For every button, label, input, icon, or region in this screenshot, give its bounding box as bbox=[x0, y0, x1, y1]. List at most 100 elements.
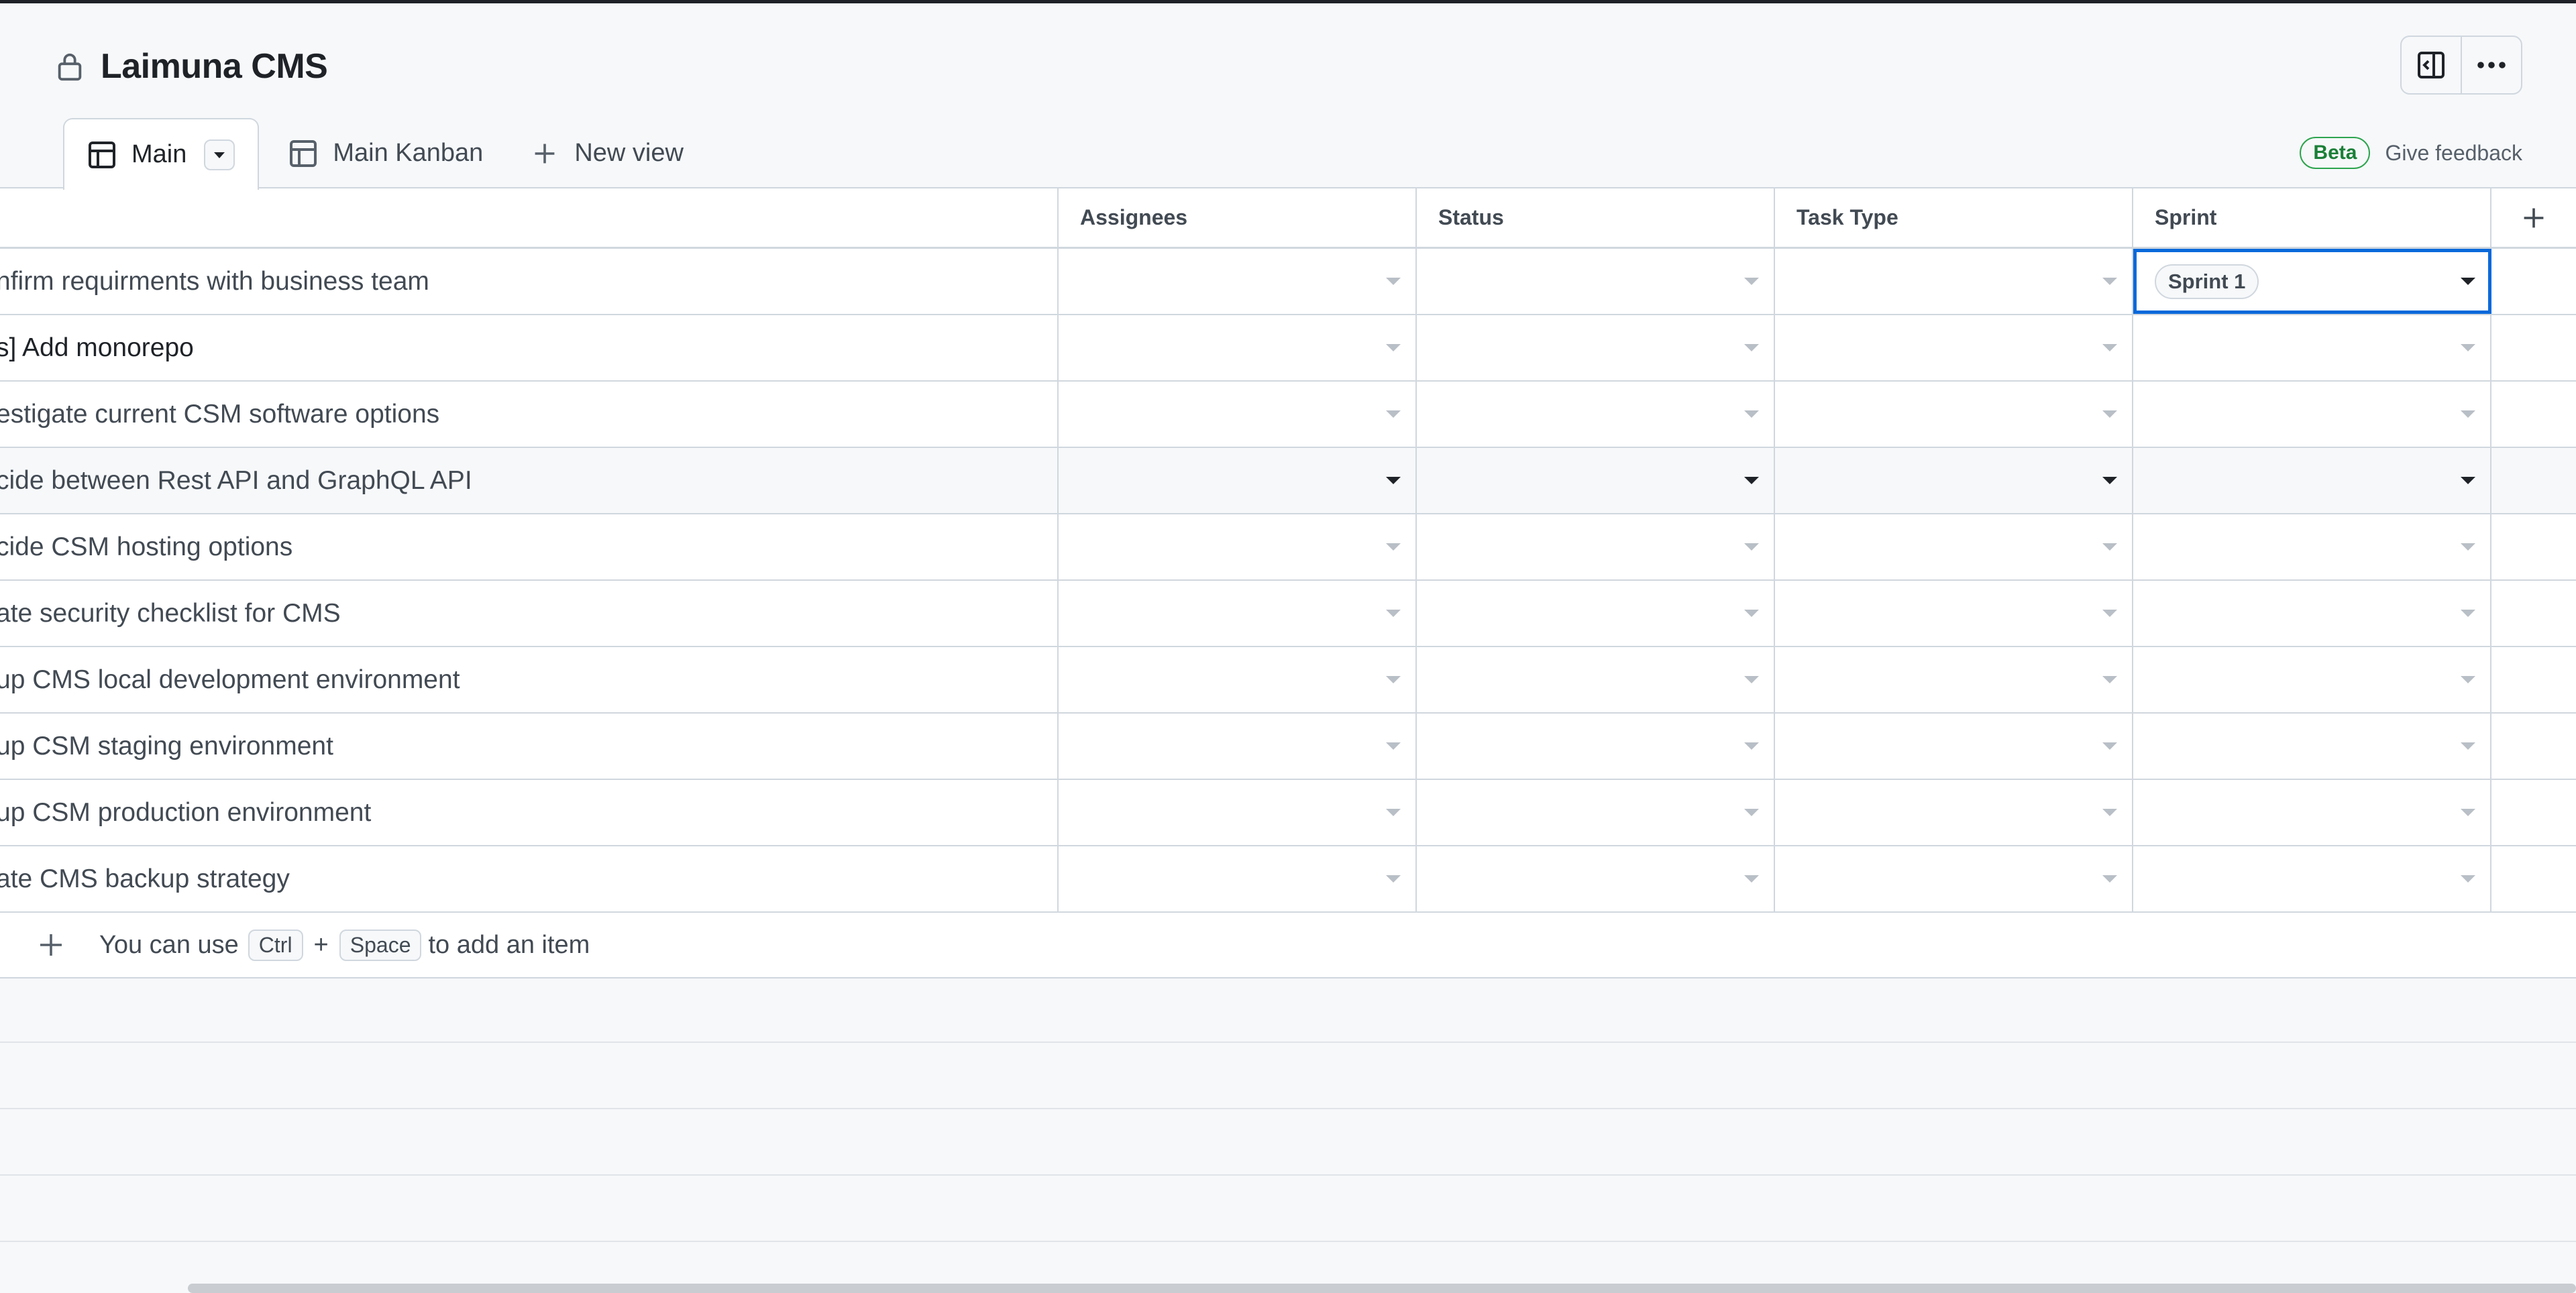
plus-icon bbox=[2524, 208, 2544, 227]
assignees-cell[interactable] bbox=[1059, 714, 1417, 779]
triangle-down-icon bbox=[2102, 675, 2117, 683]
item-title[interactable]: ate security checklist for CMS bbox=[0, 599, 341, 628]
status-cell[interactable] bbox=[1417, 249, 1775, 314]
item-title[interactable]: up CSM staging environment bbox=[0, 732, 333, 761]
task-type-cell[interactable] bbox=[1775, 846, 2133, 911]
sprint-cell[interactable] bbox=[2133, 780, 2491, 845]
task-type-cell[interactable] bbox=[1775, 448, 2133, 513]
sprint-cell[interactable] bbox=[2133, 448, 2491, 513]
task-type-cell[interactable] bbox=[1775, 647, 2133, 712]
kbd-plus: + bbox=[313, 930, 329, 959]
sidebar-toggle-button[interactable] bbox=[2402, 37, 2461, 93]
assignees-cell[interactable] bbox=[1059, 249, 1417, 314]
status-cell[interactable] bbox=[1417, 448, 1775, 513]
header-assignees[interactable]: Assignees bbox=[1059, 188, 1417, 247]
title-cell[interactable]: nfirm requirments with business team bbox=[0, 249, 1059, 314]
sprint-cell[interactable] bbox=[2133, 647, 2491, 712]
more-options-button[interactable] bbox=[2461, 37, 2521, 93]
task-type-cell[interactable] bbox=[1775, 780, 2133, 845]
assignees-cell[interactable] bbox=[1059, 514, 1417, 579]
assignees-cell[interactable] bbox=[1059, 581, 1417, 646]
task-type-cell[interactable] bbox=[1775, 382, 2133, 447]
item-title[interactable]: cide between Rest API and GraphQL API bbox=[0, 466, 472, 496]
assignees-cell[interactable] bbox=[1059, 448, 1417, 513]
item-title[interactable]: up CMS local development environment bbox=[0, 665, 460, 695]
title-cell[interactable]: cide between Rest API and GraphQL API bbox=[0, 448, 1059, 513]
sprint-cell[interactable] bbox=[2133, 714, 2491, 779]
status-cell[interactable] bbox=[1417, 514, 1775, 579]
item-title[interactable]: nfirm requirments with business team bbox=[0, 267, 429, 296]
title-cell[interactable]: s] Add monorepo bbox=[0, 315, 1059, 380]
sprint-cell[interactable] bbox=[2133, 846, 2491, 911]
triangle-down-icon bbox=[2102, 875, 2117, 883]
status-cell[interactable] bbox=[1417, 780, 1775, 845]
sprint-cell[interactable] bbox=[2133, 581, 2491, 646]
task-type-cell[interactable] bbox=[1775, 714, 2133, 779]
title-cell[interactable]: up CSM staging environment bbox=[0, 714, 1059, 779]
header-task-type[interactable]: Task Type bbox=[1775, 188, 2133, 247]
empty-cell bbox=[2491, 514, 2576, 579]
header-status[interactable]: Status bbox=[1417, 188, 1775, 247]
tab-main[interactable]: Main bbox=[63, 118, 260, 190]
table-row[interactable]: cide CSM hosting options bbox=[0, 514, 2576, 581]
status-cell[interactable] bbox=[1417, 581, 1775, 646]
assignees-cell[interactable] bbox=[1059, 846, 1417, 911]
triangle-down-icon bbox=[2102, 543, 2117, 551]
status-cell[interactable] bbox=[1417, 714, 1775, 779]
title-cell[interactable]: cide CSM hosting options bbox=[0, 514, 1059, 579]
item-title[interactable]: cide CSM hosting options bbox=[0, 532, 292, 562]
assignees-cell[interactable] bbox=[1059, 780, 1417, 845]
status-cell[interactable] bbox=[1417, 647, 1775, 712]
title-cell[interactable]: estigate current CSM software options bbox=[0, 382, 1059, 447]
header-sprint[interactable]: Sprint bbox=[2133, 188, 2491, 247]
item-title[interactable]: ate CMS backup strategy bbox=[0, 864, 290, 894]
triangle-down-icon bbox=[2461, 609, 2475, 617]
status-cell[interactable] bbox=[1417, 382, 1775, 447]
empty-cell bbox=[2491, 382, 2576, 447]
tab-main-kanban[interactable]: Main Kanban bbox=[259, 118, 506, 188]
task-type-cell[interactable] bbox=[1775, 581, 2133, 646]
task-type-cell[interactable] bbox=[1775, 514, 2133, 579]
plus-icon[interactable] bbox=[38, 932, 64, 958]
horizontal-scrollbar[interactable] bbox=[188, 1284, 2576, 1293]
table-row[interactable]: estigate current CSM software options bbox=[0, 382, 2576, 448]
view-tabs: Main Main Kanban New view bbox=[0, 118, 706, 190]
title-cell[interactable]: ate CMS backup strategy bbox=[0, 846, 1059, 911]
title-cell[interactable]: ate security checklist for CMS bbox=[0, 581, 1059, 646]
status-cell[interactable] bbox=[1417, 846, 1775, 911]
table-row[interactable]: ate security checklist for CMS bbox=[0, 581, 2576, 647]
status-cell[interactable] bbox=[1417, 315, 1775, 380]
sprint-cell[interactable] bbox=[2133, 514, 2491, 579]
table-row[interactable]: s] Add monorepo bbox=[0, 315, 2576, 382]
table-row[interactable]: up CSM production environment bbox=[0, 780, 2576, 846]
title-cell[interactable]: up CMS local development environment bbox=[0, 647, 1059, 712]
tab-main-label: Main bbox=[131, 140, 187, 168]
triangle-down-icon bbox=[2461, 277, 2475, 285]
give-feedback-link[interactable]: Give feedback bbox=[2385, 141, 2522, 166]
sprint-cell-selected[interactable]: Sprint 1 bbox=[2133, 249, 2491, 314]
item-title[interactable]: estigate current CSM software options bbox=[0, 400, 439, 429]
assignees-cell[interactable] bbox=[1059, 647, 1417, 712]
tab-options-button[interactable] bbox=[204, 139, 235, 170]
triangle-down-icon bbox=[1386, 808, 1401, 816]
item-title[interactable]: s] Add monorepo bbox=[0, 333, 194, 363]
add-field-button[interactable] bbox=[2491, 188, 2576, 247]
sprint-cell[interactable] bbox=[2133, 315, 2491, 380]
sprint-cell[interactable] bbox=[2133, 382, 2491, 447]
table-row[interactable]: up CSM staging environment bbox=[0, 714, 2576, 780]
task-type-cell[interactable] bbox=[1775, 249, 2133, 314]
table-row[interactable]: up CMS local development environment bbox=[0, 647, 2576, 714]
table-header-row: Assignees Status Task Type Sprint bbox=[0, 188, 2576, 249]
table-row[interactable]: ate CMS backup strategy bbox=[0, 846, 2576, 913]
title-cell[interactable]: up CSM production environment bbox=[0, 780, 1059, 845]
task-type-cell[interactable] bbox=[1775, 315, 2133, 380]
add-item-row[interactable]: You can use Ctrl + Space to add an item bbox=[0, 913, 2576, 978]
assignees-cell[interactable] bbox=[1059, 382, 1417, 447]
assignees-cell[interactable] bbox=[1059, 315, 1417, 380]
triangle-down-icon bbox=[1386, 675, 1401, 683]
header-title[interactable] bbox=[0, 188, 1059, 247]
item-title[interactable]: up CSM production environment bbox=[0, 798, 371, 828]
new-view-button[interactable]: New view bbox=[506, 118, 706, 188]
table-row-hovered[interactable]: cide between Rest API and GraphQL API bbox=[0, 448, 2576, 514]
table-row[interactable]: nfirm requirments with business team Spr… bbox=[0, 249, 2576, 315]
